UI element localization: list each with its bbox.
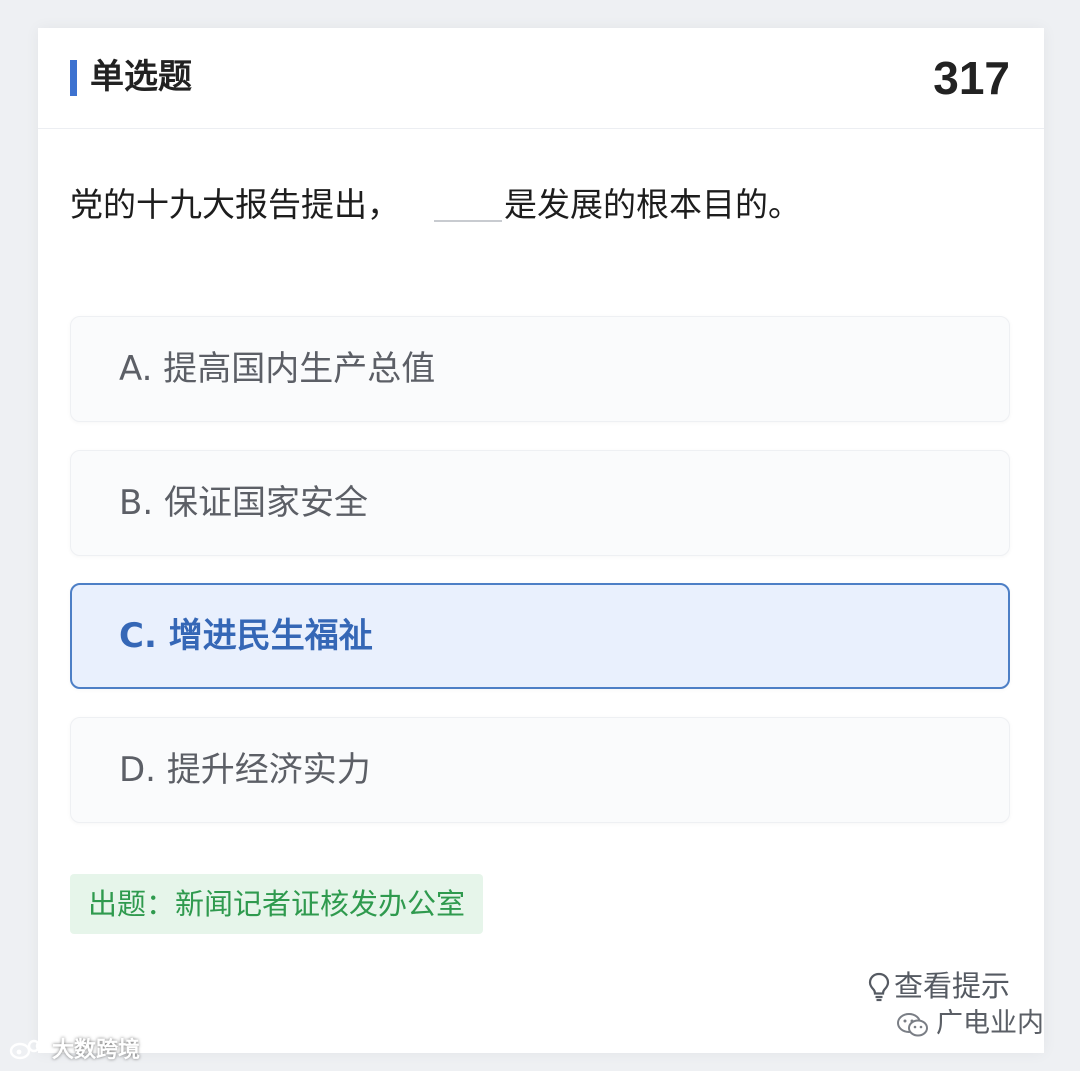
question-source-badge: 出题：新闻记者证核发办公室 bbox=[70, 874, 484, 934]
option-b-label: B. 保证国家安全 bbox=[119, 483, 368, 523]
view-hint-label: 查看提示 bbox=[893, 969, 1010, 1003]
answer-blank bbox=[434, 194, 502, 222]
option-a[interactable]: A. 提高国内生产总值 bbox=[70, 316, 1010, 422]
option-b[interactable]: B. 保证国家安全 bbox=[70, 450, 1010, 556]
option-a-label: A. 提高国内生产总值 bbox=[119, 349, 436, 389]
question-stem-after: 是发展的根本目的。 bbox=[504, 185, 801, 224]
wechat-icon bbox=[897, 1013, 928, 1037]
question-stem: 党的十九大报告提出， 是发展的根本目的。 bbox=[70, 180, 801, 230]
question-stem-before: 党的十九大报告提出， bbox=[70, 185, 400, 224]
view-hint-button[interactable]: 查看提示 bbox=[868, 966, 1010, 1006]
option-d-label: D. 提升经济实力 bbox=[119, 750, 371, 790]
option-c[interactable]: C. 增进民生福祉 bbox=[70, 583, 1010, 689]
lightbulb-icon bbox=[868, 972, 890, 1002]
question-header: 单选题 317 bbox=[38, 28, 1044, 129]
accent-bar bbox=[70, 60, 77, 96]
watermark-right-text: 广电业内 bbox=[936, 1008, 1044, 1039]
watermark-right: 广电业内 bbox=[896, 1006, 1044, 1042]
option-d[interactable]: D. 提升经济实力 bbox=[70, 717, 1010, 823]
question-card: 单选题 317 党的十九大报告提出， 是发展的根本目的。 A. 提高国内生产总值 … bbox=[38, 28, 1044, 1053]
watermark-left-text: 大数跨境 bbox=[52, 1038, 141, 1063]
question-number: 317 bbox=[933, 52, 1010, 104]
option-c-label: C. 增进民生福祉 bbox=[119, 616, 373, 656]
question-type-label: 单选题 bbox=[90, 57, 192, 97]
watermark-left: 大数跨境 bbox=[8, 1036, 140, 1066]
weibo-icon bbox=[9, 1039, 48, 1060]
